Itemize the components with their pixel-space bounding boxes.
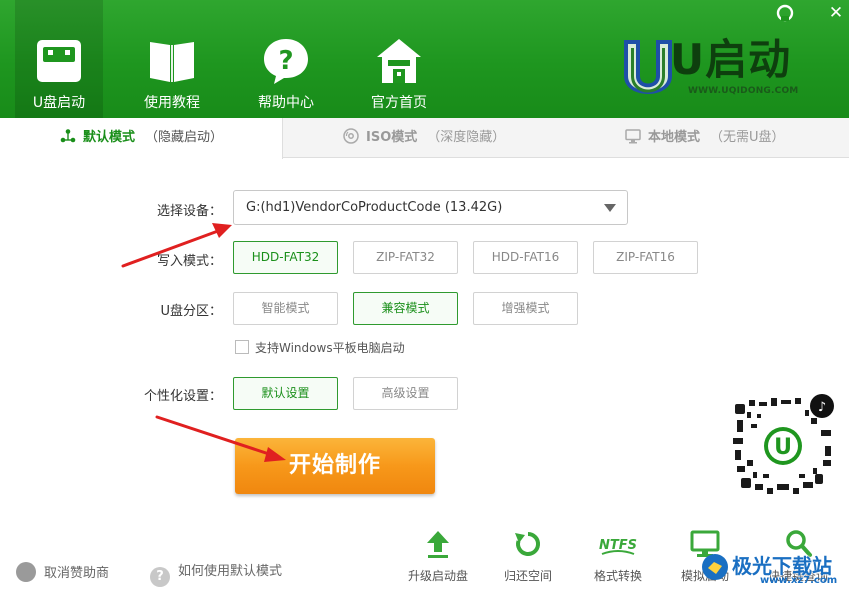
handshake-icon bbox=[16, 562, 36, 582]
personalize-default[interactable]: 默认设置 bbox=[233, 377, 338, 410]
tab-default-mode[interactable]: 默认模式 （隐藏启动） bbox=[0, 118, 283, 159]
watermark-url: www.xz7.com bbox=[760, 575, 838, 586]
logo-url: WWW.UQIDONG.COM bbox=[688, 86, 799, 96]
book-icon bbox=[150, 42, 194, 82]
ntfs-icon: NTFS bbox=[599, 538, 637, 555]
nav-usb-boot[interactable]: U盘启动 bbox=[15, 0, 103, 118]
logo-text: U启动 bbox=[670, 35, 792, 84]
tab-subtitle: （隐藏启动） bbox=[145, 130, 224, 145]
how-to-use-label: 如何使用默认模式 bbox=[178, 564, 283, 579]
help-icon: ? bbox=[264, 39, 308, 84]
close-button[interactable]: ✕ bbox=[826, 3, 846, 23]
home-icon bbox=[377, 39, 421, 83]
tool-format-convert[interactable]: NTFS 格式转换 bbox=[580, 528, 656, 588]
minimize-button[interactable] bbox=[775, 3, 795, 23]
tab-name: 默认模式 bbox=[83, 130, 136, 145]
nav-label: 帮助中心 bbox=[258, 95, 314, 111]
tool-label: 升级启动盘 bbox=[407, 569, 468, 583]
write-mode-zip-fat16[interactable]: ZIP-FAT16 bbox=[593, 241, 698, 274]
write-mode-hdd-fat32[interactable]: HDD-FAT32 bbox=[233, 241, 338, 274]
nav-label: U盘启动 bbox=[32, 95, 86, 111]
header-bar: U盘启动 使用教程 ? 帮助中心 官方首页 ✕ U启动 WWW.UQIDONG.… bbox=[0, 0, 849, 118]
cancel-sponsor-link[interactable]: 取消赞助商 bbox=[16, 562, 109, 582]
mode-tabs: 默认模式 （隐藏启动） ISO模式 （深度隐藏） 本地模式 （无需U盘） bbox=[0, 118, 849, 159]
svg-text:U: U bbox=[774, 435, 792, 460]
tool-restore-space[interactable]: 归还空间 bbox=[490, 528, 566, 588]
how-to-use-link[interactable]: ? 如何使用默认模式 bbox=[150, 562, 283, 587]
tab-local-mode[interactable]: 本地模式 （无需U盘） bbox=[625, 118, 785, 158]
tab-name: 本地模式 bbox=[648, 130, 701, 145]
write-mode-hdd-fat16[interactable]: HDD-FAT16 bbox=[473, 241, 578, 274]
partition-enhanced[interactable]: 增强模式 bbox=[473, 292, 578, 325]
svg-text:♪: ♪ bbox=[818, 400, 826, 415]
chevron-down-icon bbox=[604, 204, 616, 212]
tablet-boot-checkbox[interactable] bbox=[235, 340, 249, 354]
tab-subtitle: （深度隐藏） bbox=[427, 130, 506, 145]
disc-icon bbox=[343, 128, 359, 144]
site-watermark: 极光下载站 www.xz7.com bbox=[700, 548, 845, 588]
write-mode-zip-fat32[interactable]: ZIP-FAT32 bbox=[353, 241, 458, 274]
tab-name: ISO模式 bbox=[366, 130, 418, 145]
u-logo-icon bbox=[624, 40, 672, 94]
cancel-sponsor-label: 取消赞助商 bbox=[44, 566, 110, 581]
qr-code: U ♪ bbox=[727, 390, 839, 502]
watermark-logo-icon bbox=[702, 554, 728, 580]
nav-official-home[interactable]: 官方首页 bbox=[355, 0, 443, 118]
nav-label: 使用教程 bbox=[144, 95, 200, 111]
nav-help-center[interactable]: ? 帮助中心 bbox=[242, 0, 330, 118]
start-make-button[interactable]: 开始制作 bbox=[235, 438, 435, 494]
device-label: 选择设备： bbox=[156, 204, 222, 219]
partition-label: U盘分区： bbox=[160, 304, 222, 319]
tablet-boot-label: 支持Windows平板电脑启动 bbox=[255, 341, 405, 355]
share-nodes-icon bbox=[60, 129, 76, 143]
minimize-icon bbox=[776, 4, 794, 22]
personalize-advanced[interactable]: 高级设置 bbox=[353, 377, 458, 410]
restore-icon bbox=[515, 531, 541, 556]
tab-subtitle: （无需U盘） bbox=[710, 130, 785, 145]
nav-tutorial[interactable]: 使用教程 bbox=[128, 0, 216, 118]
close-icon: ✕ bbox=[828, 3, 844, 23]
upload-arrow-icon bbox=[427, 531, 449, 558]
device-select[interactable]: G:(hd1)VendorCoProductCode (13.42G) bbox=[233, 190, 628, 225]
tool-label: 格式转换 bbox=[593, 569, 642, 583]
partition-smart[interactable]: 智能模式 bbox=[233, 292, 338, 325]
partition-compatible[interactable]: 兼容模式 bbox=[353, 292, 458, 325]
question-circle-icon: ? bbox=[150, 567, 170, 587]
nav-label: 官方首页 bbox=[371, 95, 427, 111]
device-value: G:(hd1)VendorCoProductCode (13.42G) bbox=[246, 200, 503, 215]
usb-drive-icon bbox=[37, 40, 81, 82]
write-mode-label: 写入模式： bbox=[156, 254, 222, 269]
tool-label: 归还空间 bbox=[503, 569, 552, 583]
monitor-icon bbox=[625, 129, 641, 144]
personalize-label: 个性化设置： bbox=[143, 389, 222, 404]
uqidong-logo: U启动 WWW.UQIDONG.COM bbox=[618, 36, 808, 106]
tool-upgrade-boot-disk[interactable]: 升级启动盘 bbox=[400, 528, 476, 588]
tab-iso-mode[interactable]: ISO模式 （深度隐藏） bbox=[343, 118, 505, 158]
svg-text:?: ? bbox=[278, 46, 293, 76]
